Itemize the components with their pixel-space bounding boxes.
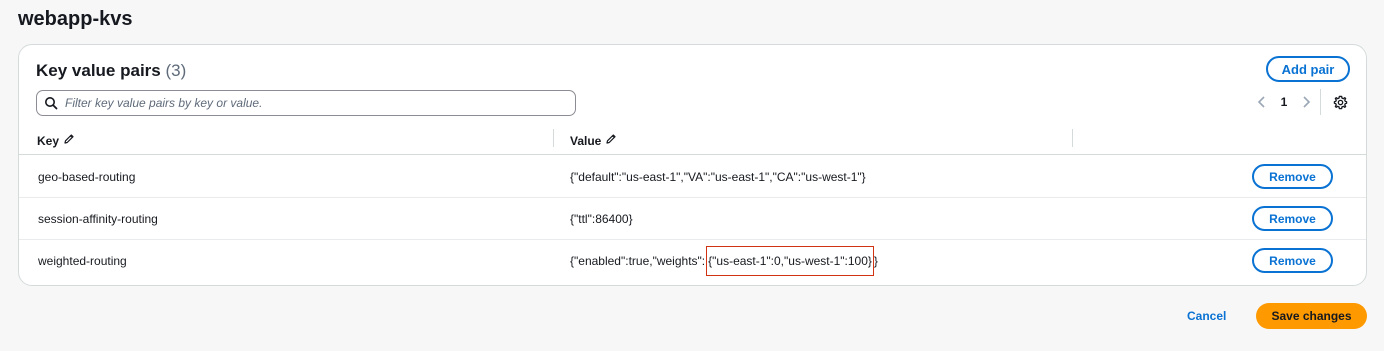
remove-button[interactable]: Remove [1252,206,1333,231]
panel-heading-label: Key value pairs [36,61,161,80]
highlighted-value: {"us-east-1":0,"us-west-1":100} [706,246,874,276]
search-input[interactable] [65,96,575,110]
remove-button[interactable]: Remove [1252,164,1333,189]
search-box[interactable] [36,90,576,116]
key-value-pairs-panel: Key value pairs (3) Add pair 1 Key [18,44,1367,286]
chevron-left-icon[interactable] [1252,92,1272,112]
row-value: {"ttl":86400} [570,212,633,226]
row-value-prefix: {"enabled":true,"weights": [570,254,706,268]
remove-button[interactable]: Remove [1252,248,1333,273]
pagination: 1 [1252,92,1316,112]
table-header: Key Value [19,125,1366,155]
save-changes-button[interactable]: Save changes [1256,303,1367,329]
cancel-button[interactable]: Cancel [1187,309,1226,323]
column-header-key-label: Key [37,133,60,148]
pencil-icon [63,133,75,148]
column-separator [553,129,554,147]
row-key: geo-based-routing [38,170,136,184]
column-header-value-label: Value [570,133,602,148]
add-pair-button[interactable]: Add pair [1266,56,1350,82]
page-title: webapp-kvs [18,8,133,30]
pager-divider [1320,89,1321,115]
column-header-value[interactable]: Value [570,133,617,148]
table-row: geo-based-routing {"default":"us-east-1"… [19,156,1366,198]
row-key: session-affinity-routing [38,212,158,226]
table-row: weighted-routing {"enabled":true,"weight… [19,240,1366,282]
current-page[interactable]: 1 [1272,95,1296,109]
pair-count: (3) [165,61,187,80]
row-value: {"enabled":true,"weights": {"us-east-1":0… [570,246,878,276]
column-header-key[interactable]: Key [37,133,75,148]
table-row: session-affinity-routing {"ttl":86400} R… [19,198,1366,240]
chevron-right-icon[interactable] [1296,92,1316,112]
row-value: {"default":"us-east-1","VA":"us-east-1",… [570,170,866,184]
column-separator [1072,129,1073,147]
search-icon [37,96,65,110]
panel-heading: Key value pairs (3) [36,61,186,81]
gear-icon[interactable] [1330,92,1350,112]
row-key: weighted-routing [38,254,127,268]
row-value-suffix: } [873,254,878,268]
pencil-icon [605,133,617,148]
